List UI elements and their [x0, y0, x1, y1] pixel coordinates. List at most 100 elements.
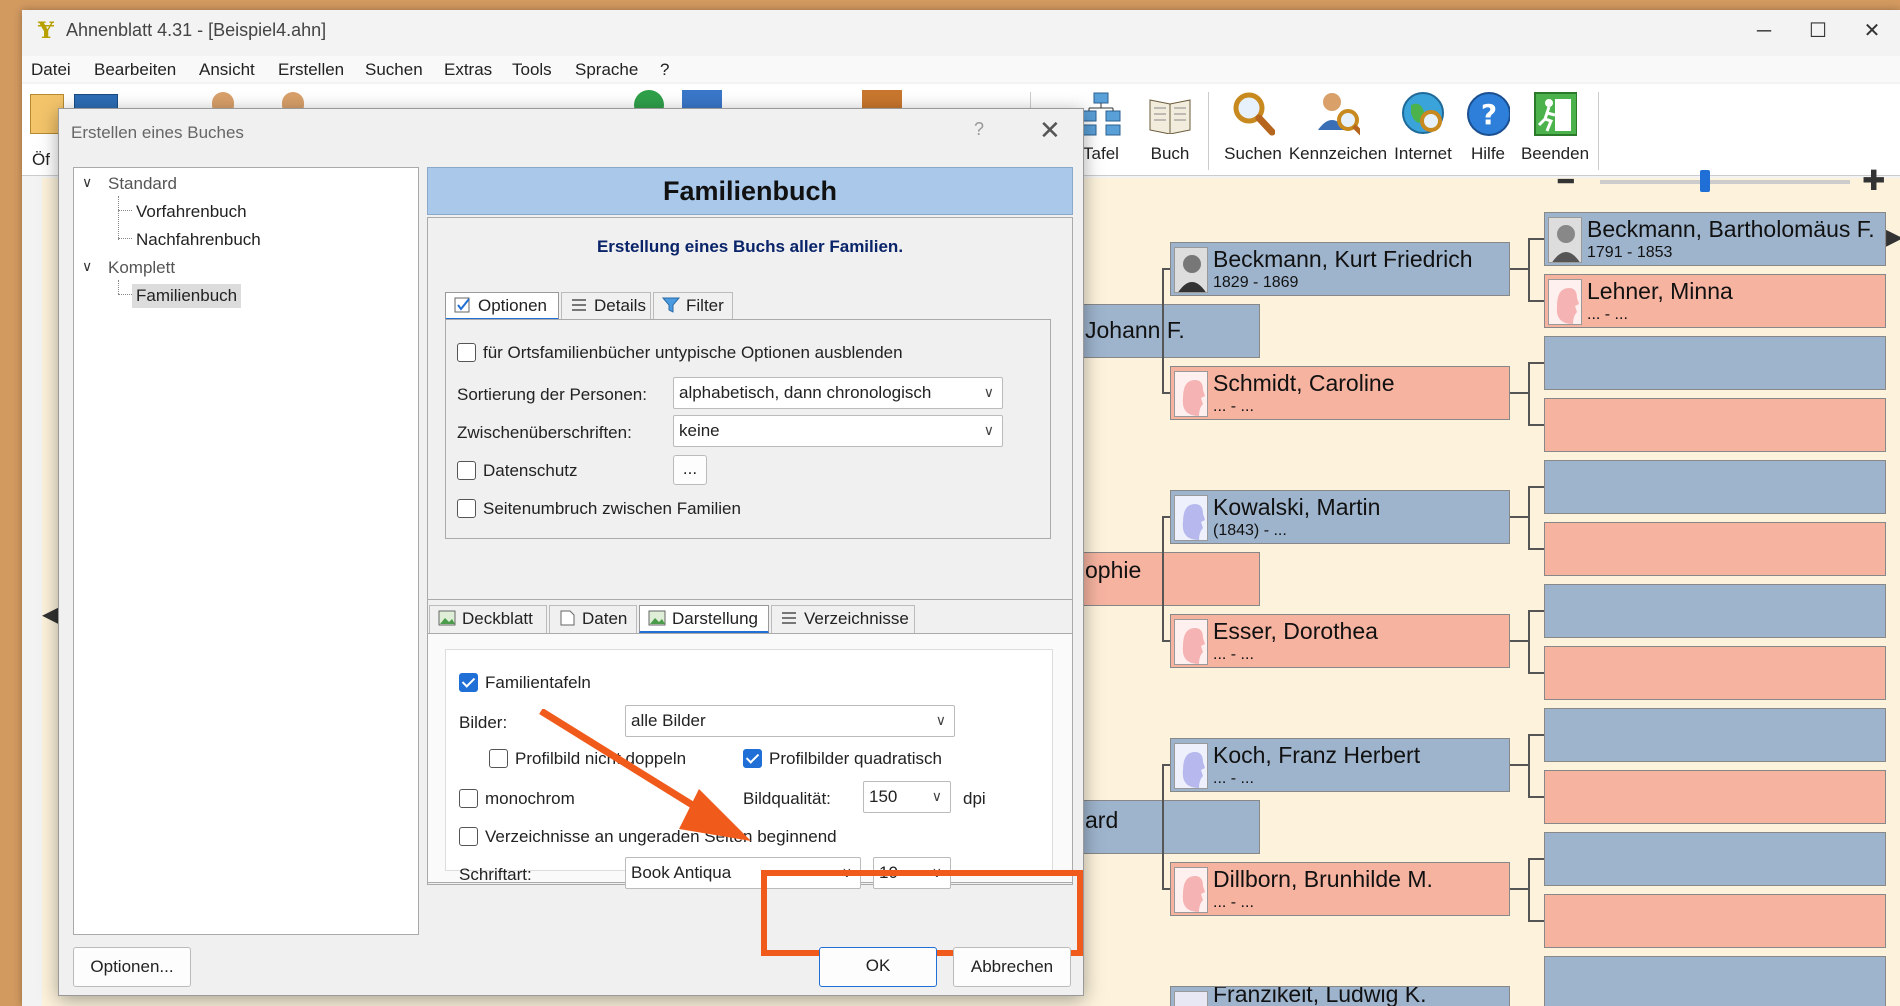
tree-item-nachfahrenbuch[interactable]: Nachfahrenbuch	[136, 230, 261, 250]
dialog-help-button[interactable]: ?	[974, 119, 984, 140]
menu-erstellen[interactable]: Erstellen	[278, 60, 344, 80]
menu-tools[interactable]: Tools	[512, 60, 552, 80]
tab-optionen[interactable]: Optionen	[445, 292, 559, 320]
beenden-button[interactable]: Beenden	[1518, 88, 1592, 174]
tree-item-familienbuch[interactable]: Familienbuch	[132, 284, 242, 308]
empty-person-node[interactable]	[1544, 584, 1886, 638]
chevron-down-icon[interactable]: ∨	[82, 258, 92, 275]
person-node[interactable]: Johann F.	[1070, 304, 1260, 358]
suchen-button[interactable]: Suchen	[1218, 88, 1288, 174]
person-node[interactable]: Esser, Dorothea ... - ...	[1170, 614, 1510, 668]
menu-extras[interactable]: Extras	[444, 60, 492, 80]
tree-item-standard[interactable]: Standard	[108, 174, 177, 194]
no-double-checkbox[interactable]	[489, 749, 508, 768]
tab-filter[interactable]: Filter	[653, 292, 733, 320]
family-tables-checkbox[interactable]	[459, 673, 478, 692]
quality-unit: dpi	[963, 789, 986, 808]
hilfe-button[interactable]: ? Hilfe	[1458, 88, 1518, 174]
hide-untypical-checkbox[interactable]	[457, 343, 476, 362]
open-button-label[interactable]: Öf	[32, 150, 50, 170]
zoom-out-button[interactable]: ━	[1558, 166, 1574, 197]
kennzeichen-button[interactable]: Kennzeichen	[1288, 88, 1388, 174]
nav-right-icon[interactable]: ▶	[1886, 224, 1900, 250]
ok-button[interactable]: OK	[819, 947, 937, 987]
menu-help[interactable]: ?	[660, 60, 669, 80]
subheadings-select[interactable]: keine ∨	[673, 415, 1003, 447]
connector	[1528, 362, 1544, 364]
person-name: Beckmann, Kurt Friedrich	[1213, 246, 1473, 272]
person-node[interactable]: ophie	[1070, 552, 1260, 606]
chevron-down-icon: ∨	[935, 712, 946, 728]
minimize-button[interactable]: ─	[1736, 10, 1792, 52]
cancel-button[interactable]: Abbrechen	[953, 947, 1071, 987]
empty-person-node[interactable]	[1544, 770, 1886, 824]
person-node[interactable]: Koch, Franz Herbert ... - ...	[1170, 738, 1510, 792]
zoom-in-button[interactable]: ✚	[1862, 164, 1885, 197]
sort-select[interactable]: alphabetisch, dann chronologisch ∨	[673, 377, 1003, 409]
image-icon	[648, 610, 666, 626]
maximize-button[interactable]: ☐	[1790, 10, 1846, 52]
connector	[1162, 516, 1170, 518]
empty-person-node[interactable]	[1544, 832, 1886, 886]
empty-person-node[interactable]	[1544, 646, 1886, 700]
connector	[1162, 640, 1170, 642]
empty-person-node[interactable]	[1544, 522, 1886, 576]
person-node[interactable]: Dillborn, Brunhilde M. ... - ...	[1170, 862, 1510, 916]
privacy-settings-button[interactable]: ...	[673, 455, 707, 485]
tab-darstellung[interactable]: Darstellung	[639, 605, 769, 633]
book-type-header: Familienbuch	[427, 167, 1073, 215]
empty-person-node[interactable]	[1544, 460, 1886, 514]
connector	[1528, 610, 1530, 672]
annotation-arrow	[539, 709, 751, 841]
odd-pages-checkbox[interactable]	[459, 827, 478, 846]
person-dates: ... - ...	[1213, 398, 1254, 415]
filter-icon	[661, 297, 681, 313]
empty-person-node[interactable]	[1544, 336, 1886, 390]
person-name: Dillborn, Brunhilde M.	[1213, 866, 1433, 892]
quality-select[interactable]: 150 ∨	[863, 781, 951, 813]
person-node[interactable]: Beckmann, Kurt Friedrich 1829 - 1869	[1170, 242, 1510, 296]
person-node[interactable]: Beckmann, Bartholomäus F. 1791 - 1853	[1544, 212, 1886, 266]
connector	[1528, 486, 1544, 488]
menu-bearbeiten[interactable]: Bearbeiten	[94, 60, 176, 80]
empty-person-node[interactable]	[1544, 894, 1886, 948]
chevron-down-icon[interactable]: ∨	[82, 174, 92, 191]
person-dates: 1829 - 1869	[1213, 274, 1299, 291]
person-node[interactable]: Franzikeit, Ludwig K.	[1170, 986, 1510, 1006]
tree-item-vorfahrenbuch[interactable]: Vorfahrenbuch	[136, 202, 247, 222]
monochrome-checkbox[interactable]	[459, 789, 478, 808]
menu-ansicht[interactable]: Ansicht	[199, 60, 255, 80]
connector	[1528, 858, 1544, 860]
options-button[interactable]: Optionen...	[73, 947, 191, 987]
buch-button[interactable]: Buch	[1138, 88, 1202, 174]
menu-sprache[interactable]: Sprache	[575, 60, 638, 80]
tree-item-komplett[interactable]: Komplett	[108, 258, 175, 278]
close-button[interactable]: ✕	[1844, 10, 1900, 52]
empty-person-node[interactable]	[1544, 708, 1886, 762]
toolbar-separator	[1208, 92, 1209, 170]
menu-datei[interactable]: Datei	[31, 60, 71, 80]
internet-button[interactable]: Internet	[1388, 88, 1458, 174]
tab-deckblatt[interactable]: Deckblatt	[429, 605, 547, 633]
pagebreak-checkbox[interactable]	[457, 499, 476, 518]
privacy-checkbox[interactable]	[457, 461, 476, 480]
dialog-close-button[interactable]: ✕	[1039, 115, 1061, 146]
connector	[1162, 392, 1170, 394]
menu-suchen[interactable]: Suchen	[365, 60, 423, 80]
person-node[interactable]: ard	[1070, 800, 1260, 854]
zoom-slider[interactable]	[1600, 180, 1850, 184]
empty-person-node[interactable]	[1544, 398, 1886, 452]
image-icon	[438, 610, 456, 626]
connector	[1528, 672, 1544, 674]
connector	[1510, 764, 1528, 766]
tree-line	[118, 210, 132, 211]
person-node[interactable]: Kowalski, Martin (1843) - ...	[1170, 490, 1510, 544]
person-node[interactable]: Schmidt, Caroline ... - ...	[1170, 366, 1510, 420]
tab-daten[interactable]: Daten	[549, 605, 637, 633]
zoom-slider-thumb[interactable]	[1700, 170, 1710, 192]
person-name: Beckmann, Bartholomäus F.	[1587, 216, 1875, 242]
tab-details[interactable]: Details	[561, 292, 651, 320]
empty-person-node[interactable]	[1544, 956, 1886, 1006]
person-node[interactable]: Lehner, Minna ... - ...	[1544, 274, 1886, 328]
tab-verzeichnisse[interactable]: Verzeichnisse	[771, 605, 915, 633]
